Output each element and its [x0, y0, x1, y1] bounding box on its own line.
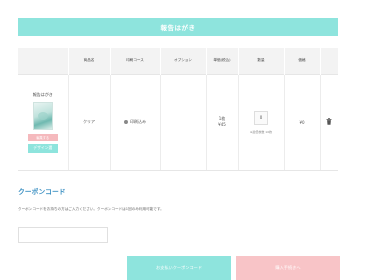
header-thumbnail [18, 48, 68, 74]
product-name-cell: クリア [67, 73, 110, 171]
purchase-button[interactable]: 購入手続きへ [236, 256, 340, 280]
table-row: 報告はがき 編集する デザイン選 クリア 印刷込み 1枚 ¥45 0 ※最低枚数… [18, 73, 338, 171]
trash-icon[interactable] [326, 118, 332, 125]
page-title: 報告はがき [160, 24, 196, 32]
edit-button[interactable]: 編集する [27, 133, 58, 141]
header-print-course: 印刷コース [109, 48, 160, 74]
print-course-radio[interactable]: 印刷込み [124, 119, 146, 125]
page-title-bar: 報告はがき [18, 18, 338, 36]
product-cell: 報告はがき 編集する デザイン選 [18, 73, 68, 171]
coupon-description: クーポンコードをお持ちの方はご入力ください。クーポンコードは1回のみ利用可能です… [18, 207, 164, 211]
product-thumbnail[interactable] [32, 101, 53, 130]
header-price: 価格 [283, 48, 320, 74]
design-select-button[interactable]: デザイン選 [27, 143, 58, 153]
table-header-row: 商品名 印刷コース オプション 単価(税込) 数量 価格 [18, 48, 338, 74]
unit-price: ¥45 [218, 122, 226, 127]
header-unit-price: 単価(税込) [205, 48, 238, 74]
price-cell: ¥0 [283, 73, 320, 171]
cart-table: 商品名 印刷コース オプション 単価(税込) 数量 価格 報告はがき 編集する … [18, 48, 338, 171]
quantity-input[interactable]: 0 [254, 110, 268, 125]
quantity-note: ※最低枚数 10枚 [249, 129, 273, 134]
print-course-label: 印刷込み [130, 119, 146, 124]
apply-coupon-button[interactable]: お支払いクーポンコード [127, 256, 231, 280]
unit-price-cell: 1枚 ¥45 [205, 73, 238, 171]
quantity-cell: 0 ※最低枚数 10枚 [237, 73, 284, 171]
coupon-title: クーポンコード [18, 188, 66, 196]
header-quantity: 数量 [237, 48, 284, 74]
header-product-name: 商品名 [67, 48, 110, 74]
delete-cell [319, 73, 338, 171]
print-course-cell: 印刷込み [109, 73, 160, 171]
header-option: オプション [159, 48, 206, 74]
option-cell [159, 73, 206, 171]
header-delete [319, 48, 338, 74]
radio-selected-icon[interactable] [124, 120, 128, 124]
coupon-code-input[interactable] [18, 227, 108, 243]
product-label: 報告はがき [32, 91, 53, 97]
